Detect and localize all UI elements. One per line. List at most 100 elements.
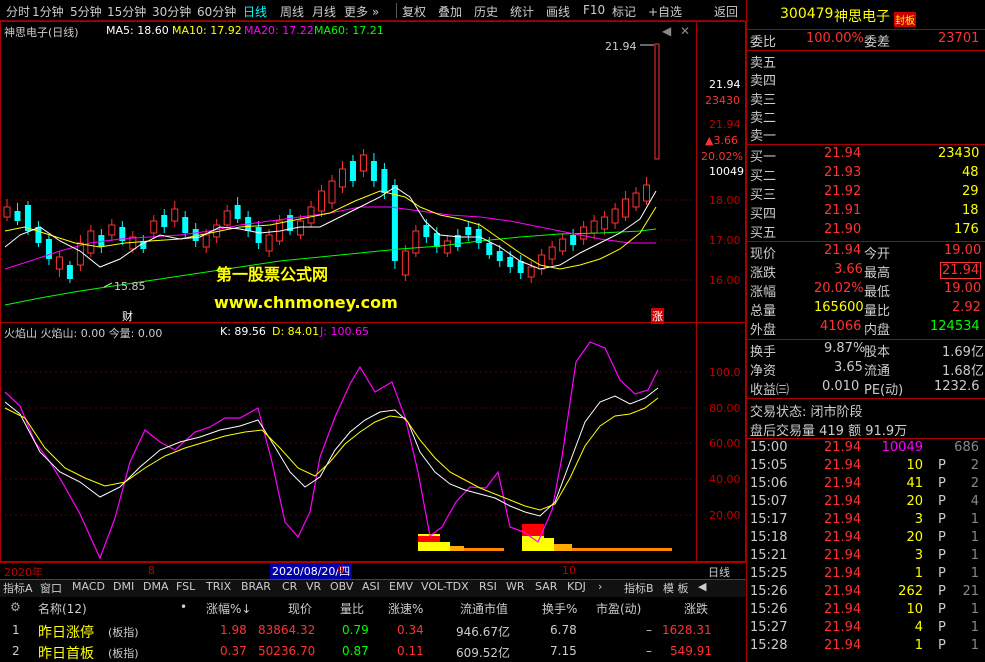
toolbar-btn-fuquan[interactable]: 复权: [402, 3, 426, 20]
toolbar-btn-30min[interactable]: 30分钟: [152, 3, 191, 20]
candle-body: [611, 208, 619, 224]
col-vol-ratio[interactable]: 量比: [340, 600, 364, 617]
col-pe[interactable]: 市盈(动): [596, 600, 641, 617]
col-speed[interactable]: 涨速%: [388, 600, 423, 617]
tab-kdj[interactable]: KDJ: [567, 580, 586, 596]
tick-time: 15:26: [750, 602, 788, 617]
toolbar-btn-more[interactable]: 更多 »: [344, 3, 379, 20]
tick-count: 1: [970, 566, 979, 581]
tick-volume: 1: [914, 638, 923, 653]
candle-body: [161, 215, 168, 227]
buy-label: 买四: [750, 207, 777, 222]
toolbar-btn-fenshi[interactable]: 分时: [6, 3, 30, 20]
toolbar-btn-history[interactable]: 历史: [474, 3, 498, 20]
row-diff: 549.91: [670, 644, 712, 658]
tab-asi[interactable]: ASI: [362, 580, 380, 596]
tab-brar[interactable]: BRAR: [241, 580, 271, 596]
tab-wr[interactable]: WR: [506, 580, 525, 596]
table-row[interactable]: 1 昨日涨停 (板指) 1.98 83864.32 0.79 0.34 946.…: [0, 621, 746, 641]
col-turnover[interactable]: 换手%: [542, 600, 577, 617]
tab-cr[interactable]: CR: [282, 580, 297, 596]
price-axis-label: 23430: [705, 94, 740, 107]
buy-row: 买四 21.91 18: [748, 203, 983, 222]
col-diff[interactable]: 涨跌: [684, 600, 708, 617]
tick-volume: 10049: [881, 440, 923, 455]
tick-row: 15:06 21.94 41 P 2: [748, 476, 983, 494]
tab-dma[interactable]: DMA: [143, 580, 169, 596]
period-toolbar: 分时 1分钟 5分钟 15分钟 30分钟 60分钟 日线 周线 月线 更多 » …: [0, 0, 745, 21]
col-price[interactable]: 现价: [288, 600, 312, 617]
candle-body: [318, 190, 326, 212]
tab-template[interactable]: 模 板: [663, 580, 689, 596]
tab-indicator-a[interactable]: 指标A: [3, 580, 33, 596]
divider: [746, 241, 985, 242]
buy-volume: 176: [954, 222, 979, 237]
candle-body: [234, 205, 241, 219]
toolbar-btn-diejia[interactable]: 叠加: [438, 3, 462, 20]
tab-window[interactable]: 窗口: [40, 580, 62, 596]
tab-obv[interactable]: OBV: [330, 580, 353, 596]
tick-row: 15:26 21.94 10 P 1: [748, 602, 983, 620]
indicator-axis-label: 100.0: [709, 366, 741, 379]
buy-price: 21.92: [824, 184, 862, 199]
quote-value: 124534: [930, 319, 980, 334]
sell-row: 卖五: [748, 52, 983, 71]
toolbar-btn-60min[interactable]: 60分钟: [197, 3, 236, 20]
tick-time: 15:00: [750, 440, 788, 455]
axis-divider: [696, 21, 697, 562]
quote-row: 外盘 41066 内盘 124534: [748, 319, 983, 338]
toolbar-btn-add-watch[interactable]: +自选: [648, 3, 682, 20]
buy-row: 买二 21.93 48: [748, 165, 983, 184]
toolbar-btn-f10[interactable]: F10: [583, 3, 605, 17]
tab-indicator-b[interactable]: 指标B: [624, 580, 654, 596]
toolbar-btn-5min[interactable]: 5分钟: [70, 3, 102, 20]
col-mcap[interactable]: 流通市值: [460, 600, 508, 617]
toolbar-btn-back[interactable]: 返回: [714, 3, 738, 20]
tick-row: 15:17 21.94 3 P 1: [748, 512, 983, 530]
indicator-axis-label: 60.00: [709, 437, 741, 450]
divider: [746, 29, 985, 30]
tick-price: 21.94: [824, 584, 862, 599]
toolbar-btn-daily[interactable]: 日线: [243, 3, 267, 20]
tab-vr[interactable]: VR: [306, 580, 321, 596]
quote-label: 外盘: [750, 323, 777, 338]
settings-gear-icon[interactable]: ⚙: [10, 600, 21, 614]
toolbar-btn-stats[interactable]: 统计: [510, 3, 534, 20]
tab-emv[interactable]: EMV: [389, 580, 413, 596]
toolbar-btn-weekly[interactable]: 周线: [280, 3, 304, 20]
row-diff: 1628.31: [662, 623, 712, 637]
tick-count: 1: [970, 638, 979, 653]
tab-dmi[interactable]: DMI: [113, 580, 134, 596]
tick-volume: 20: [906, 494, 923, 509]
col-change-pct[interactable]: 涨幅%↓: [206, 600, 251, 617]
sell2-label: 卖二: [750, 111, 777, 126]
tab-macd[interactable]: MACD: [72, 580, 105, 596]
tab-scroll-left[interactable]: ◀: [698, 580, 706, 596]
buy-volume: 29: [962, 184, 979, 199]
candle-body: [643, 184, 651, 202]
tab-rsi[interactable]: RSI: [479, 580, 497, 596]
quote-value: 41066: [820, 319, 862, 334]
tab-trix[interactable]: TRIX: [206, 580, 231, 596]
candle-body: [45, 239, 52, 259]
sell1-label: 卖一: [750, 129, 777, 144]
tab-scroll-right[interactable]: ›: [598, 580, 602, 596]
candle-body: [423, 225, 430, 237]
toolbar-btn-draw[interactable]: 画线: [546, 3, 570, 20]
toolbar-btn-monthly[interactable]: 月线: [312, 3, 336, 20]
stats-label: PE(动): [864, 383, 904, 398]
tab-sar[interactable]: SAR: [535, 580, 557, 596]
tick-time: 15:26: [750, 584, 788, 599]
col-name[interactable]: 名称(12): [38, 600, 87, 617]
stats-value: 1.68亿: [942, 364, 984, 379]
price-axis-label: 10049: [709, 165, 744, 178]
table-row[interactable]: 2 昨日首板 (板指) 0.37 50236.70 0.87 0.11 609.…: [0, 642, 746, 662]
tab-vol-tdx[interactable]: VOL-TDX: [421, 580, 469, 596]
tick-time: 15:25: [750, 566, 788, 581]
toolbar-btn-mark[interactable]: 标记: [612, 3, 636, 20]
toolbar-btn-15min[interactable]: 15分钟: [107, 3, 146, 20]
quote-value: 19.00: [944, 281, 982, 296]
toolbar-btn-1min[interactable]: 1分钟: [32, 3, 64, 20]
tick-count: 1: [970, 548, 979, 563]
tab-fsl[interactable]: FSL: [176, 580, 195, 596]
